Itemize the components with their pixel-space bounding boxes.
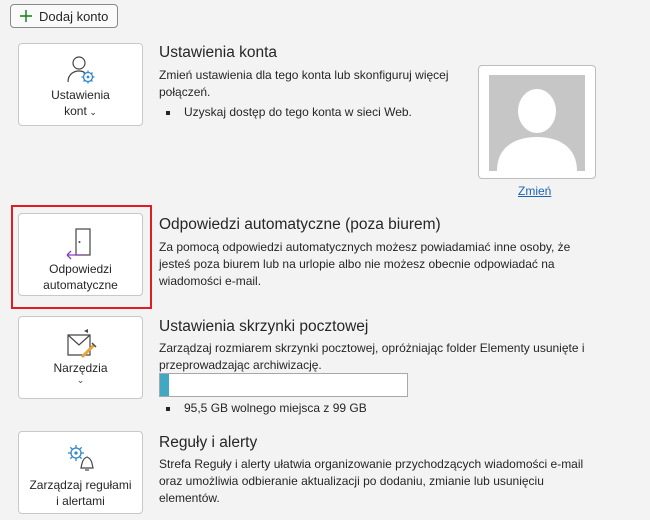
chevron-down-icon: ⌄ (76, 375, 85, 385)
tools-tile[interactable]: Narzędzia ⌄ (18, 316, 143, 399)
add-account-button[interactable]: Dodaj konto (10, 4, 119, 28)
bullet-icon (166, 110, 170, 115)
tile-label-line: automatyczne (43, 278, 118, 292)
person-gear-icon (64, 54, 98, 86)
account-settings-title: Ustawienia konta (159, 44, 278, 61)
profile-photo-frame (478, 65, 596, 179)
tile-label-line: Ustawienia (51, 88, 110, 102)
automatic-replies-tile-label: Odpowiedzi automatyczne (19, 261, 142, 293)
mailbox-settings-description: Zarządzaj rozmiarem skrzynki pocztowej, … (159, 341, 585, 372)
change-photo-link[interactable]: Zmień (518, 184, 551, 198)
web-access-text: Uzyskaj dostęp do tego konta w sieci Web… (184, 105, 412, 119)
tile-label-line: i alertami (56, 494, 105, 508)
bullet-icon (166, 406, 170, 411)
quota-text: 95,5 GB wolnego miejsca z 99 GB (184, 401, 367, 415)
account-settings-tile-label: Ustawienia kont ⌄ (19, 87, 142, 120)
tile-label-line: Odpowiedzi (49, 262, 112, 276)
rules-alerts-tile[interactable]: Zarządzaj regułami i alertami (18, 431, 143, 514)
mailbox-settings-section: Ustawienia skrzynki pocztowej Zarządzaj … (159, 317, 599, 374)
web-access-bullet: Uzyskaj dostęp do tego konta w sieci Web… (159, 104, 469, 121)
account-settings-description: Zmień ustawienia dla tego konta lub skon… (159, 68, 449, 99)
automatic-replies-title: Odpowiedzi automatyczne (poza biurem) (159, 216, 441, 233)
automatic-replies-description: Za pomocą odpowiedzi automatycznych może… (159, 240, 571, 288)
mail-tools-icon (64, 327, 98, 359)
mailbox-settings-title: Ustawienia skrzynki pocztowej (159, 318, 369, 335)
automatic-replies-section: Odpowiedzi automatyczne (poza biurem) Za… (159, 215, 579, 290)
mailbox-quota-bar (159, 373, 408, 397)
rules-alerts-section: Reguły i alerty Strefa Reguły i alerty u… (159, 433, 589, 507)
gear-bell-icon (65, 442, 97, 472)
add-account-label: Dodaj konto (39, 8, 109, 24)
rules-alerts-title: Reguły i alerty (159, 434, 258, 451)
rules-alerts-description: Strefa Reguły i alerty ułatwia organizow… (159, 457, 584, 505)
door-arrow-icon (65, 227, 97, 261)
automatic-replies-tile[interactable]: Odpowiedzi automatyczne (18, 213, 143, 296)
account-settings-tile[interactable]: Ustawienia kont ⌄ (18, 43, 143, 126)
quota-bullet: 95,5 GB wolnego miejsca z 99 GB (159, 400, 367, 417)
account-settings-section: Ustawienia konta Zmień ustawienia dla te… (159, 43, 469, 121)
tile-label-line: Narzędzia (53, 361, 108, 375)
rules-alerts-tile-label: Zarządzaj regułami i alertami (19, 477, 142, 509)
tile-label-line: kont (64, 104, 87, 118)
tools-tile-label: Narzędzia ⌄ (19, 360, 142, 385)
chevron-down-icon: ⌄ (86, 107, 97, 117)
tile-label-line: Zarządzaj regułami (29, 478, 132, 492)
plus-icon (19, 9, 33, 23)
mailbox-quota-fill (160, 374, 169, 396)
person-silhouette-icon (489, 75, 585, 171)
